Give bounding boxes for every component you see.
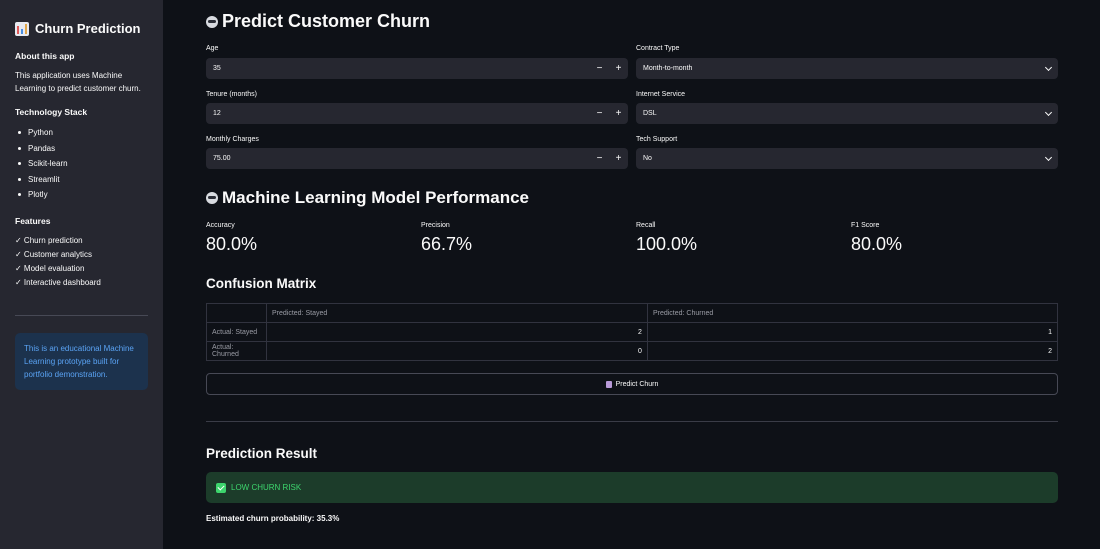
age-increment-button[interactable]: + — [609, 58, 628, 79]
contract-label: Contract Type — [636, 45, 680, 52]
column-header: Predicted: Churned — [646, 303, 1059, 323]
tenure-decrement-button[interactable]: − — [590, 103, 609, 124]
table-row: Actual: Stayed 2 1 — [206, 322, 1059, 342]
internet-label: Internet Service — [636, 91, 686, 98]
result-alert: LOW CHURN RISK — [206, 472, 1058, 503]
monthly-charges-input[interactable]: 75.00 − + — [206, 148, 628, 169]
internet-select[interactable]: DSL — [636, 103, 1058, 124]
list-item: ✓ Customer analytics — [15, 250, 92, 259]
monthly-charges-stepper: − + — [590, 148, 628, 169]
sidebar-title-text: Churn Prediction — [35, 21, 141, 36]
f1-value: 80.0% — [851, 234, 903, 254]
tech-heading: Technology Stack — [15, 107, 88, 117]
monthly-increment-button[interactable]: + — [609, 148, 628, 169]
confusion-matrix-table: Predicted: Stayed Predicted: Churned Act… — [206, 303, 1059, 361]
list-item: Pandas — [15, 141, 148, 157]
chevron-down-icon — [1044, 153, 1053, 162]
age-decrement-button[interactable]: − — [590, 58, 609, 79]
list-item: Plotly — [15, 187, 148, 203]
sidebar-title: Churn Prediction — [15, 21, 148, 36]
table-cell: 2 — [266, 322, 648, 342]
table-cell: 0 — [266, 341, 648, 361]
tech-support-select[interactable]: No — [636, 148, 1058, 169]
sidebar-divider — [15, 314, 148, 316]
row-header: Actual: Churned — [206, 341, 267, 361]
list-item: ✓ Interactive dashboard — [15, 278, 101, 287]
list-item: Streamlit — [15, 172, 148, 188]
precision-label: Precision — [421, 222, 450, 229]
list-item: ✓ Model evaluation — [15, 264, 85, 273]
bar-chart-icon — [15, 21, 29, 36]
list-item: Python — [15, 125, 148, 141]
tech-support-label: Tech Support — [636, 136, 678, 143]
predict-churn-button[interactable]: Predict Churn — [206, 373, 1058, 395]
accuracy-label: Accuracy — [206, 222, 235, 229]
features-list: ✓ Churn prediction ✓ Customer analytics … — [15, 234, 148, 290]
list-item: Scikit-learn — [15, 156, 148, 172]
contract-select[interactable]: Month-to-month — [636, 58, 1058, 79]
result-heading: Prediction Result — [206, 446, 318, 461]
recall-label: Recall — [636, 222, 656, 229]
table-header-row: Predicted: Stayed Predicted: Churned — [206, 303, 1059, 323]
robot-icon — [206, 15, 218, 28]
tenure-label: Tenure (months) — [206, 91, 257, 98]
age-label: Age — [206, 45, 219, 52]
sidebar: Churn Prediction About this app This app… — [0, 0, 163, 549]
section-divider — [206, 421, 1058, 422]
info-box: This is an educational Machine Learning … — [15, 332, 148, 390]
performance-heading: Machine Learning Model Performance — [206, 188, 529, 208]
table-row: Actual: Churned 0 2 — [206, 341, 1059, 361]
result-status: LOW CHURN RISK — [231, 483, 302, 492]
age-stepper: − + — [590, 58, 628, 79]
recall-value: 100.0% — [636, 234, 698, 254]
about-heading: About this app — [15, 51, 75, 61]
predict-heading: Predict Customer Churn — [206, 11, 430, 32]
row-header: Actual: Stayed — [206, 322, 267, 342]
features-heading: Features — [15, 215, 51, 226]
f1-label: F1 Score — [851, 222, 880, 229]
table-cell: 1 — [646, 322, 1059, 342]
monthly-charges-label: Monthly Charges — [206, 136, 259, 143]
monthly-decrement-button[interactable]: − — [590, 148, 609, 169]
table-corner — [206, 303, 267, 323]
robot-icon — [206, 192, 218, 204]
chevron-down-icon — [1044, 63, 1053, 72]
accuracy-value: 80.0% — [206, 234, 258, 254]
confusion-heading: Confusion Matrix — [206, 276, 317, 291]
check-icon — [216, 482, 226, 493]
chevron-down-icon — [1044, 108, 1053, 117]
tenure-input[interactable]: 12 − + — [206, 103, 628, 124]
tech-list: Python Pandas Scikit-learn Streamlit Plo… — [15, 125, 148, 203]
tenure-increment-button[interactable]: + — [609, 103, 628, 124]
list-item: ✓ Churn prediction — [15, 236, 83, 245]
crystal-ball-icon — [605, 380, 612, 388]
column-header: Predicted: Stayed — [266, 303, 648, 323]
about-text: This application uses Machine Learning t… — [15, 71, 141, 93]
tenure-stepper: − + — [590, 103, 628, 124]
precision-value: 66.7% — [421, 234, 473, 254]
churn-probability: Estimated churn probability: 35.3% — [206, 514, 340, 523]
age-input[interactable]: 35 − + — [206, 58, 628, 79]
table-cell: 2 — [646, 341, 1059, 361]
